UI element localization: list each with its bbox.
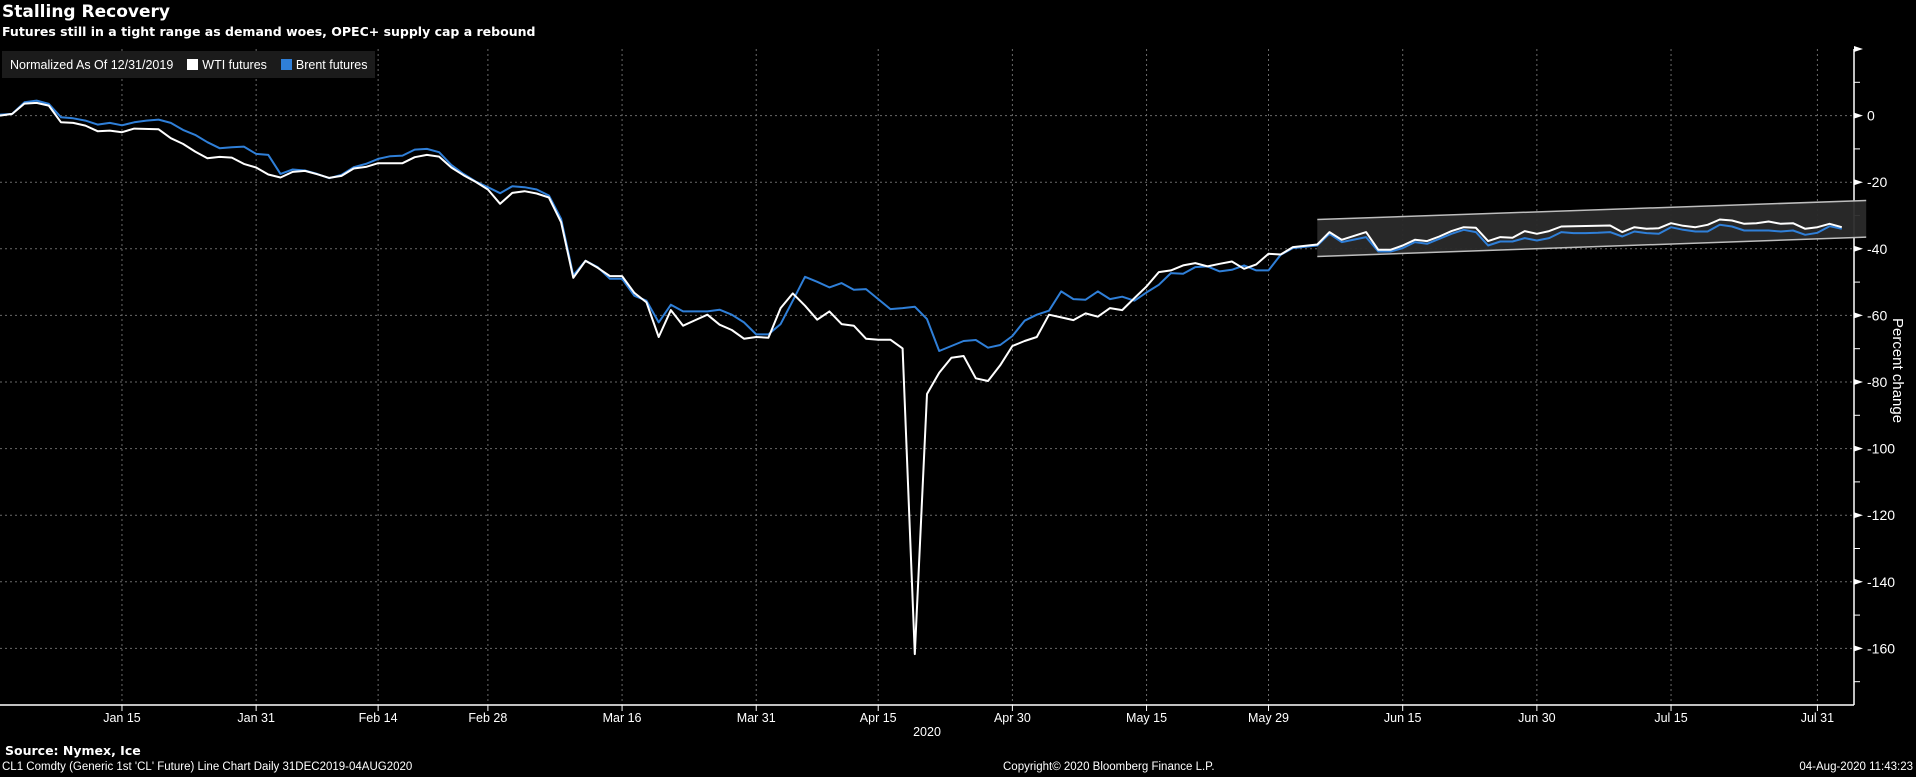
legend-label-wti: WTI futures: [202, 57, 267, 72]
legend-swatch-brent: [280, 59, 292, 70]
y-tick-label: -100: [1867, 441, 1895, 457]
x-tick-label: Jun 15: [1384, 711, 1422, 725]
source-note: Source: Nymex, Ice: [5, 743, 141, 758]
x-tick-label: Mar 31: [737, 711, 776, 725]
y-tick: [1854, 312, 1863, 319]
timestamp: 04-Aug-2020 11:43:23: [1799, 761, 1913, 773]
x-tick-label: Feb 28: [468, 711, 507, 725]
y-tick: [1854, 578, 1863, 585]
legend-note: Normalized As Of 12/31/2019: [10, 57, 174, 72]
y-tick: [1854, 179, 1863, 186]
y-tick-label: -160: [1867, 640, 1895, 656]
x-axis-title: 2020: [913, 725, 941, 739]
x-tick-label: Mar 16: [603, 711, 642, 725]
y-tick-label: -20: [1867, 174, 1887, 190]
y-tick: [1854, 512, 1863, 519]
y-tick: [1854, 645, 1863, 652]
x-tick-label: Jul 31: [1801, 711, 1834, 725]
x-tick-label: May 15: [1126, 711, 1167, 725]
line-chart: 0 -20 -40 -60 -80 -100 -120 -140 -160 Jan 15 Jan 3…: [0, 46, 1895, 739]
y-tick-label: 0: [1867, 108, 1875, 124]
x-tick-label: Apr 15: [860, 711, 897, 725]
series-line-wti-futures: [0, 101, 1843, 656]
legend-item-brent: Brent futures: [280, 57, 368, 72]
y-tick-label: -140: [1867, 574, 1895, 590]
y-tick: [1854, 445, 1863, 452]
x-tick-label: Apr 30: [994, 711, 1031, 725]
legend-swatch-wti: [187, 59, 199, 70]
legend-item-wti: WTI futures: [187, 58, 267, 72]
copyright: Copyright© 2020 Bloomberg Finance L.P.: [1003, 761, 1215, 773]
x-tick-label: Jul 15: [1654, 711, 1687, 725]
chart-description: CL1 Comdty (Generic 1st 'CL' Future) Lin…: [2, 761, 413, 773]
y-tick-label: -120: [1867, 507, 1895, 523]
x-tick-label: Jan 15: [103, 711, 141, 725]
y-tick: [1854, 378, 1863, 385]
x-tick-label: Jun 30: [1518, 711, 1556, 725]
y-tick: [1854, 46, 1863, 52]
y-tick-label: -60: [1867, 307, 1887, 323]
legend-label-brent: Brent futures: [295, 57, 368, 72]
y-axis-title: Percent change: [1889, 318, 1906, 424]
x-tick-label: Jan 31: [237, 711, 275, 725]
x-tick-label: Feb 14: [359, 711, 398, 725]
y-tick-label: -80: [1867, 374, 1887, 390]
x-tick-label: May 29: [1248, 711, 1289, 725]
y-tick-label: -40: [1867, 241, 1887, 257]
legend: Normalized As Of 12/31/2019 WTI futures …: [2, 51, 376, 78]
y-tick: [1854, 112, 1863, 119]
y-tick: [1854, 245, 1863, 252]
